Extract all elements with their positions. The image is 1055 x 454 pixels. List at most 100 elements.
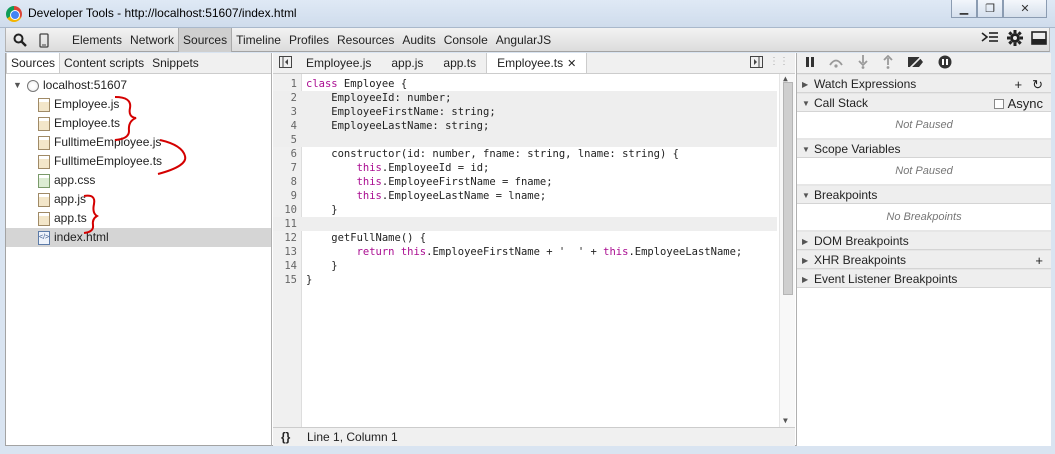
editor-tab-employee-js[interactable]: Employee.js xyxy=(296,53,381,73)
code-text: this.EmployeeLastName = lname; xyxy=(356,190,547,202)
add-xhr-breakpoint-icon[interactable]: + xyxy=(1035,251,1043,270)
tree-root[interactable]: ▼ localhost:51607 xyxy=(6,76,271,95)
pane-title: Scope Variables xyxy=(814,142,901,156)
scroll-thumb[interactable] xyxy=(783,82,793,295)
line-number: 1 xyxy=(290,78,297,90)
pause-on-exceptions-button[interactable] xyxy=(938,55,952,72)
settings-button[interactable] xyxy=(1007,30,1023,49)
code-line: 12 getFullName() { xyxy=(273,231,777,245)
device-mode-button[interactable] xyxy=(36,32,52,48)
editor-tab-employee-ts[interactable]: Employee.ts ✕ xyxy=(486,53,588,73)
step-into-button[interactable] xyxy=(857,54,869,72)
add-watch-icon[interactable]: + xyxy=(1015,75,1023,94)
collapsed-arrow-icon: ▶ xyxy=(802,237,809,246)
toggle-navigator-button[interactable] xyxy=(273,53,296,73)
async-label: Async xyxy=(1007,96,1043,111)
file-navigator: Sources Content scripts Snippets ▼ local… xyxy=(6,53,272,446)
refresh-icon[interactable]: ↻ xyxy=(1032,75,1043,94)
tab-snippets[interactable]: Snippets xyxy=(148,53,203,73)
collapsed-arrow-icon: ▶ xyxy=(802,256,809,265)
tab-profiles[interactable]: Profiles xyxy=(285,28,333,52)
file-fulltimeemployee-js[interactable]: FulltimeEmployee.js xyxy=(6,133,271,152)
file-app-css[interactable]: app.css xyxy=(6,171,271,190)
editor-vertical-scrollbar[interactable]: ▲ ▼ xyxy=(779,74,795,427)
code-keyword: this xyxy=(400,246,427,258)
code-view[interactable]: 1 class Employee { 2 EmployeeId: number; … xyxy=(273,74,795,427)
toolbar-right-controls xyxy=(981,30,1047,49)
file-app-ts[interactable]: app.ts xyxy=(6,209,271,228)
file-index-html[interactable]: </> index.html xyxy=(6,228,271,247)
code-text: this.EmployeeId = id; xyxy=(356,162,490,174)
tab-timeline[interactable]: Timeline xyxy=(232,28,285,52)
async-checkbox[interactable] xyxy=(993,99,1004,109)
step-into-icon xyxy=(858,54,868,69)
call-stack-header[interactable]: ▼ Call Stack Async xyxy=(797,93,1051,112)
dock-side-button[interactable] xyxy=(1031,30,1047,49)
close-window-button[interactable]: ✕ xyxy=(1003,0,1047,18)
call-stack-placeholder: Not Paused xyxy=(797,112,1051,139)
tab-angularjs[interactable]: AngularJS xyxy=(492,28,555,52)
file-employee-ts[interactable]: Employee.ts xyxy=(6,114,271,133)
code-line: 7 this.EmployeeId = id; xyxy=(273,161,777,175)
tab-content-scripts[interactable]: Content scripts xyxy=(60,53,148,73)
file-fulltimeemployee-ts[interactable]: FulltimeEmployee.ts xyxy=(6,152,271,171)
editor-tab-app-js[interactable]: app.js xyxy=(381,53,433,73)
code-line: 9 this.EmployeeLastName = lname; xyxy=(273,189,777,203)
tab-sources[interactable]: Sources xyxy=(178,28,233,52)
step-out-icon xyxy=(883,54,893,69)
editor-tab-label: app.js xyxy=(391,56,424,70)
async-toggle[interactable]: Async xyxy=(993,94,1043,113)
deactivate-breakpoints-button[interactable] xyxy=(907,54,925,71)
script-file-icon xyxy=(38,212,50,226)
file-label: Employee.ts xyxy=(54,116,121,130)
window-title-bar: Developer Tools - http://localhost:51607… xyxy=(0,0,1055,28)
dom-breakpoints-header[interactable]: ▶ DOM Breakpoints xyxy=(797,231,1051,250)
file-label: index.html xyxy=(54,230,109,244)
maximize-button[interactable]: ❐ xyxy=(977,0,1003,18)
tab-network[interactable]: Network xyxy=(126,28,178,52)
script-file-icon xyxy=(38,193,50,207)
file-employee-js[interactable]: Employee.js xyxy=(6,95,271,114)
step-over-button[interactable] xyxy=(828,56,844,71)
pretty-print-button[interactable]: {} xyxy=(281,430,290,444)
tab-navigator-sources[interactable]: Sources xyxy=(6,53,61,73)
line-number: 6 xyxy=(290,148,297,160)
code-line: 13 return this.EmployeeFirstName + ' ' +… xyxy=(273,245,777,259)
watch-expressions-header[interactable]: ▶ Watch Expressions + ↻ xyxy=(797,74,1051,93)
debugger-toolbar xyxy=(797,53,1051,74)
code-line: 15} xyxy=(273,273,777,287)
tab-resources[interactable]: Resources xyxy=(333,28,398,52)
line-number: 10 xyxy=(284,204,297,216)
globe-icon xyxy=(27,80,39,92)
panel-splitter-grip-icon[interactable]: ⋮⋮ xyxy=(769,56,789,71)
code-line: 3 EmployeeFirstName: string; xyxy=(273,105,777,119)
file-label: Employee.js xyxy=(54,97,120,111)
code-line: 2 EmployeeId: number; xyxy=(273,91,777,105)
pause-icon xyxy=(806,56,814,67)
toggle-debugger-button[interactable] xyxy=(750,56,763,71)
event-listener-breakpoints-header[interactable]: ▶ Event Listener Breakpoints xyxy=(797,269,1051,288)
step-out-button[interactable] xyxy=(882,54,894,72)
expand-arrow-icon[interactable]: ▼ xyxy=(13,76,22,95)
close-tab-icon[interactable]: ✕ xyxy=(567,58,576,70)
show-drawer-button[interactable] xyxy=(981,30,999,49)
cursor-position: Line 1, Column 1 xyxy=(307,430,398,444)
scope-variables-header[interactable]: ▼ Scope Variables xyxy=(797,139,1051,158)
tab-console[interactable]: Console xyxy=(440,28,492,52)
search-icon xyxy=(13,33,27,47)
scroll-down-icon[interactable]: ▼ xyxy=(783,416,788,425)
editor-tab-app-ts[interactable]: app.ts xyxy=(433,53,486,73)
code-text: getFullName() { xyxy=(306,232,427,244)
code-keyword: return xyxy=(356,246,395,258)
minimize-button[interactable]: ▁ xyxy=(951,0,977,18)
tab-elements[interactable]: Elements xyxy=(68,28,126,52)
inspect-search-button[interactable] xyxy=(12,32,28,48)
debugger-sidebar: ▶ Watch Expressions + ↻ ▼ Call Stack Asy… xyxy=(796,53,1051,446)
file-app-js[interactable]: app.js xyxy=(6,190,271,209)
xhr-breakpoints-header[interactable]: ▶ XHR Breakpoints + xyxy=(797,250,1051,269)
code-text: EmployeeId: number; xyxy=(306,92,452,104)
breakpoints-header[interactable]: ▼ Breakpoints xyxy=(797,185,1051,204)
editor-tab-label: Employee.js xyxy=(306,56,372,70)
tab-audits[interactable]: Audits xyxy=(398,28,439,52)
pause-button[interactable] xyxy=(805,56,815,71)
